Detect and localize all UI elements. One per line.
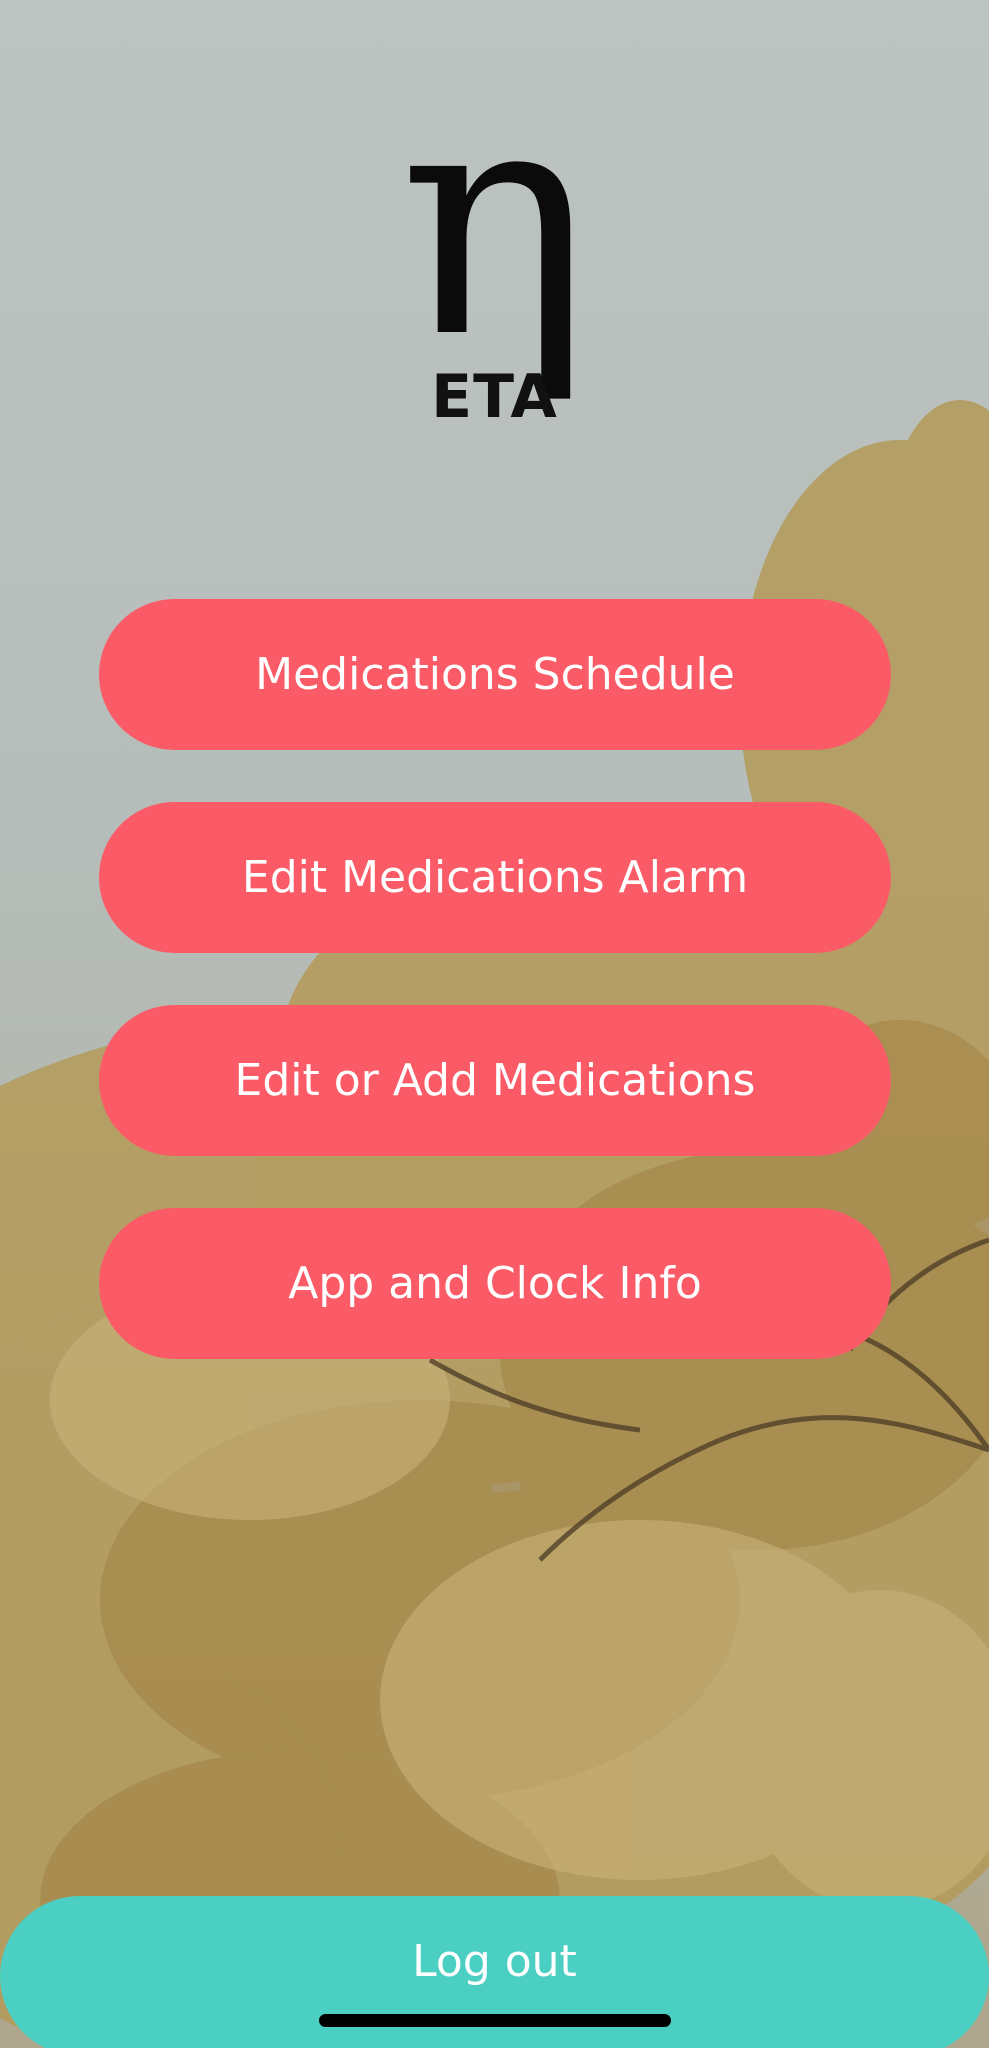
medications-schedule-button[interactable]: Medications Schedule [99,599,891,750]
edit-add-medications-button[interactable]: Edit or Add Medications [99,1005,891,1156]
home-screen: η ETA Medications Schedule Edit Medicati… [0,0,989,2048]
eta-symbol-icon: η [398,36,591,408]
app-logo: η ETA [0,62,989,432]
home-indicator[interactable] [319,2014,671,2027]
edit-medications-alarm-button[interactable]: Edit Medications Alarm [99,802,891,953]
app-name: ETA [431,362,558,432]
app-clock-info-button[interactable]: App and Clock Info [99,1208,891,1359]
main-menu: Medications Schedule Edit Medications Al… [99,599,891,1411]
